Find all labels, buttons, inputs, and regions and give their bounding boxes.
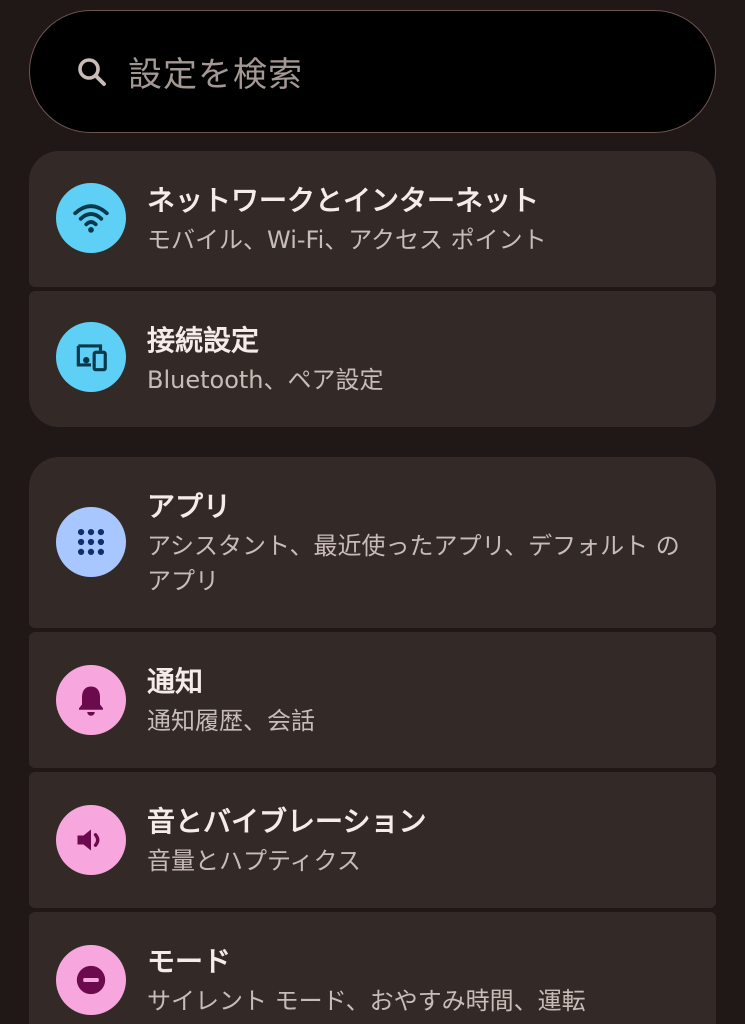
settings-item-network[interactable]: ネットワークとインターネット モバイル、Wi-Fi、アクセス ポイント <box>29 151 716 287</box>
settings-item-subtitle: サイレント モード、おやすみ時間、運転 <box>147 987 586 1015</box>
settings-page: 設定を検索 ネットワークとインターネット モバイル、Wi-Fi、アクセス ポイン… <box>0 0 745 1024</box>
connected-devices-icon <box>56 322 126 392</box>
settings-item-connected-devices[interactable]: 接続設定 Bluetooth、ペア設定 <box>29 291 716 427</box>
settings-item-subtitle: アシスタント、最近使ったアプリ、デフォルト のアプリ <box>147 532 680 595</box>
speaker-icon <box>56 805 126 875</box>
search-placeholder: 設定を検索 <box>128 55 303 95</box>
settings-item-notifications[interactable]: 通知 通知履歴、会話 <box>29 632 716 768</box>
settings-item-subtitle: モバイル、Wi-Fi、アクセス ポイント <box>147 226 547 254</box>
search-icon <box>78 57 106 86</box>
settings-item-subtitle: Bluetooth、ペア設定 <box>147 366 384 394</box>
settings-item-title: モード <box>147 945 232 978</box>
settings-item-modes[interactable]: モード サイレント モード、おやすみ時間、運転 <box>29 912 716 1024</box>
settings-item-title: 接続設定 <box>147 324 260 357</box>
bell-icon <box>56 665 126 735</box>
settings-item-title: アプリ <box>147 490 232 523</box>
settings-item-title: ネットワークとインターネット <box>147 184 540 217</box>
wifi-icon <box>56 183 126 253</box>
settings-item-title: 通知 <box>147 665 204 698</box>
do-not-disturb-icon <box>56 945 126 1015</box>
settings-item-apps[interactable]: アプリ アシスタント、最近使ったアプリ、デフォルト のアプリ <box>29 457 716 628</box>
settings-item-subtitle: 音量とハプティクス <box>147 847 361 875</box>
search-bar[interactable]: 設定を検索 <box>29 10 716 133</box>
settings-item-subtitle: 通知履歴、会話 <box>147 707 315 735</box>
settings-item-sound[interactable]: 音とバイブレーション 音量とハプティクス <box>29 772 716 908</box>
apps-grid-icon <box>56 507 126 577</box>
settings-item-title: 音とバイブレーション <box>147 805 427 838</box>
